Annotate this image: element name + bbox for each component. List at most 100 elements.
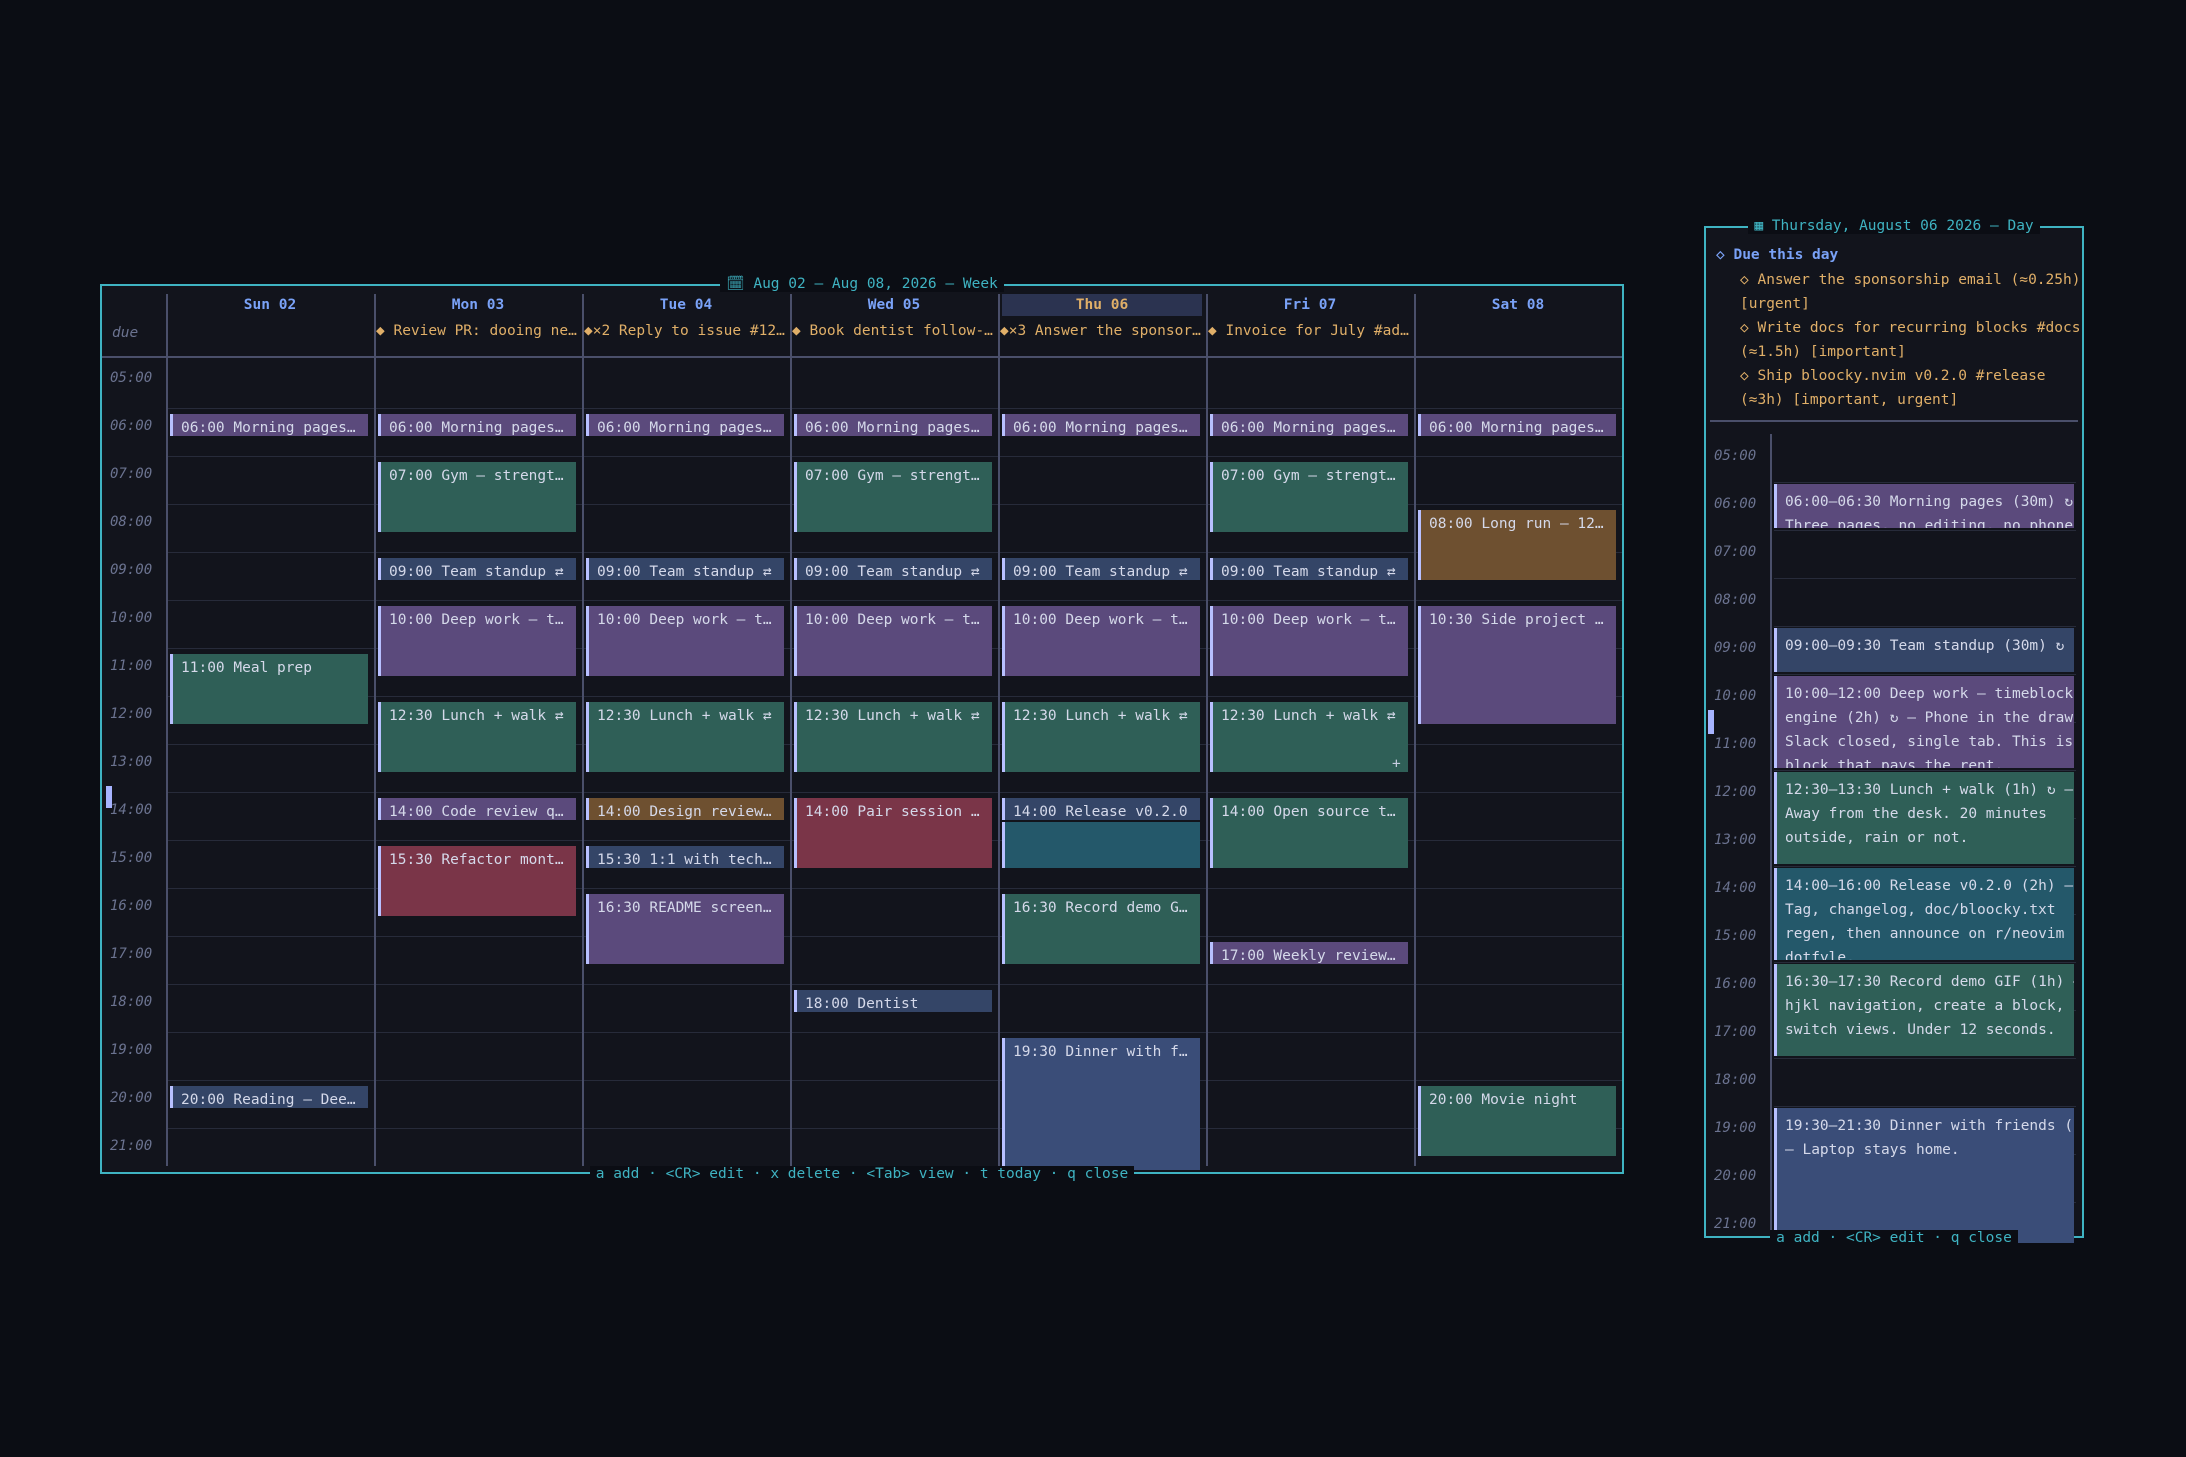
block-text-line: 16:30–17:30 Record demo GIF (1h) — (1785, 974, 2074, 990)
calendar-block[interactable]: 14:00 Pair session — do… (794, 798, 992, 868)
calendar-block[interactable]: 10:00–12:00 Deep work — timeblocking engi… (1774, 676, 2074, 768)
day-header[interactable]: Wed 05 (794, 294, 994, 316)
calendar-block[interactable]: 20:00 Reading — Deep Wo… (170, 1086, 368, 1108)
week-keyhints: a add · <CR> edit · x delete · <Tab> vie… (589, 1166, 1135, 1182)
calendar-block[interactable]: 14:00 Open source triage (1210, 798, 1408, 868)
calendar-block[interactable]: 07:00 Gym — strength bl… (1210, 462, 1408, 532)
time-label: 15:00 (110, 850, 153, 866)
time-label: 20:00 (1714, 1168, 1757, 1184)
due-task[interactable]: ◆×3 Answer the sponsorsh… (1000, 320, 1204, 342)
block-text-line: Three pages, no editing, no phone. C… (1785, 518, 2074, 528)
calendar-block[interactable]: 12:30 Lunch + walk ⇄ (1002, 702, 1200, 772)
hour-gridline (166, 792, 1622, 793)
hour-gridline (1774, 626, 2076, 627)
hour-gridline (166, 1080, 1622, 1081)
calendar-block[interactable]: 09:00 Team standup ⇄ (1210, 558, 1408, 580)
calendar-block[interactable]: 09:00 Team standup ⇄ (586, 558, 784, 580)
calendar-block[interactable]: 10:00 Deep work — timeb… (1002, 606, 1200, 676)
calendar-block[interactable]: 11:00 Meal prep (170, 654, 368, 724)
calendar-block[interactable]: 16:30–17:30 Record demo GIF (1h) — hjkl n… (1774, 964, 2074, 1056)
calendar-block[interactable]: 09:00–09:30 Team standup (30m) ↻ (1774, 628, 2074, 672)
column-divider (582, 294, 584, 1166)
calendar-block[interactable]: 09:00 Team standup ⇄ (794, 558, 992, 580)
calendar-block[interactable]: 12:30–13:30 Lunch + walk (1h) ↻ — Away fr… (1774, 772, 2074, 864)
calendar-block[interactable]: 12:30 Lunch + walk ⇄ (794, 702, 992, 772)
calendar-block[interactable]: 10:00 Deep work — timeb… (794, 606, 992, 676)
day-header[interactable]: Tue 04 (586, 294, 786, 316)
due-task[interactable]: ◆ Review PR: dooing nest… (376, 320, 580, 342)
calendar-block[interactable]: 19:30 Dinner with frien… (1002, 1038, 1200, 1171)
calendar-block[interactable]: 06:00 Morning pages ⇄ (170, 414, 368, 436)
block-text-line: outside, rain or not. (1785, 830, 1969, 846)
time-label: 10:00 (110, 610, 153, 626)
calendar-block[interactable]: 09:00 Team standup ⇄ (1002, 558, 1200, 580)
calendar-block[interactable]: 06:00 Morning pages ⇄ (586, 414, 784, 436)
calendar-block[interactable]: 15:30 Refactor month vi… (378, 846, 576, 916)
due-task[interactable]: (≈1.5h) [important] (1740, 340, 1906, 364)
day-header[interactable]: Thu 06 (1002, 294, 1202, 316)
calendar-block[interactable]: 06:00 Morning pages ⇄ (794, 414, 992, 436)
block-text-line: switch views. Under 12 seconds. (1785, 1022, 2056, 1038)
calendar-block[interactable]: 16:30 README screenshots (586, 894, 784, 964)
calendar-block[interactable]: 06:00 Morning pages ⇄ (1210, 414, 1408, 436)
calendar-block[interactable]: 07:00 Gym — strength bl… (378, 462, 576, 532)
block-text-line: 09:00–09:30 Team standup (30m) ↻ (1785, 638, 2065, 654)
calendar-block[interactable]: 12:30 Lunch + walk ⇄ (586, 702, 784, 772)
due-task[interactable]: ◇ Write docs for recurring blocks #docs (1740, 316, 2080, 340)
calendar-block[interactable]: 17:00 Weekly review ⇄ (1210, 942, 1408, 964)
current-time-marker (106, 786, 112, 808)
time-label: 09:00 (1714, 640, 1757, 656)
due-task[interactable]: ◆×2 Reply to issue #12 a… (584, 320, 788, 342)
calendar-block[interactable]: 15:30 1:1 with tech lea… (586, 846, 784, 868)
hour-gridline (1774, 578, 2076, 579)
day-header[interactable]: Mon 03 (378, 294, 578, 316)
calendar-block[interactable]: 10:30 Side project — fi… (1418, 606, 1616, 724)
calendar-block[interactable]: 12:30 Lunch + walk ⇄ (1210, 702, 1408, 772)
hour-gridline (166, 552, 1622, 553)
current-time-marker (1708, 710, 1714, 734)
calendar-block[interactable]: 18:00 Dentist (794, 990, 992, 1012)
calendar-block[interactable]: 14:00 Release v0.2.0 (1002, 798, 1200, 820)
day-header[interactable]: Sat 08 (1418, 294, 1618, 316)
calendar-block[interactable]: 14:00 Design review — n… (586, 798, 784, 820)
day-title: ▦ Thursday, August 06 2026 — Day (1748, 218, 2040, 234)
calendar-block[interactable]: 19:30–21:30 Dinner with friends (2h) — La… (1774, 1108, 2074, 1244)
block-text-line: dotfyle. (1785, 950, 1855, 960)
time-label: 05:00 (1714, 448, 1757, 464)
hour-gridline (166, 984, 1622, 985)
calendar-block[interactable]: 08:00 Long run — 12 km (1418, 510, 1616, 580)
due-task[interactable]: ◇ Answer the sponsorship email (≈0.25h) (1740, 268, 2080, 292)
due-task[interactable]: ◆ Book dentist follow-up (792, 320, 996, 342)
calendar-block[interactable]: 14:00 Code review queue (378, 798, 576, 820)
calendar-block[interactable]: 06:00 Morning pages ⇄ (1002, 414, 1200, 436)
add-icon[interactable]: + (1392, 756, 1401, 772)
week-title: 🗓 Aug 02 – Aug 08, 2026 — Week (720, 276, 1004, 292)
time-label: 09:00 (110, 562, 153, 578)
time-label: 05:00 (110, 370, 153, 386)
hour-gridline (166, 696, 1622, 697)
block-text-line: block that pays the rent. (1785, 758, 2004, 768)
calendar-block[interactable]: 09:00 Team standup ⇄ (378, 558, 576, 580)
calendar-block[interactable]: 06:00 Morning pages ⇄ (1418, 414, 1616, 436)
column-divider (374, 294, 376, 1166)
calendar-block[interactable]: 10:00 Deep work — timeb… (378, 606, 576, 676)
calendar-block[interactable]: 12:30 Lunch + walk ⇄ (378, 702, 576, 772)
time-label: 18:00 (110, 994, 153, 1010)
day-header[interactable]: Fri 07 (1210, 294, 1410, 316)
calendar-block[interactable]: 06:00 Morning pages ⇄ (378, 414, 576, 436)
due-task[interactable]: [urgent] (1740, 292, 1810, 316)
calendar-block[interactable]: 06:00–06:30 Morning pages (30m) ↻ — Three… (1774, 484, 2074, 528)
calendar-block[interactable]: 20:00 Movie night (1418, 1086, 1616, 1156)
due-task[interactable]: ◇ Ship bloocky.nvim v0.2.0 #release (1740, 364, 2046, 388)
day-header[interactable]: Sun 02 (170, 294, 370, 316)
calendar-block[interactable]: 07:00 Gym — strength bl… (794, 462, 992, 532)
due-task[interactable]: ◆ Invoice for July #admin (1208, 320, 1412, 342)
calendar-block[interactable]: 16:30 Record demo GIF (1002, 894, 1200, 964)
time-label: 19:00 (110, 1042, 153, 1058)
time-label: 07:00 (1714, 544, 1757, 560)
due-task[interactable]: (≈3h) [important, urgent] (1740, 388, 1958, 412)
calendar-block[interactable]: 10:00 Deep work — timeb… (586, 606, 784, 676)
calendar-block[interactable] (1002, 822, 1200, 868)
calendar-block[interactable]: 10:00 Deep work — timeb… (1210, 606, 1408, 676)
calendar-block[interactable]: 14:00–16:00 Release v0.2.0 (2h) — Tag, ch… (1774, 868, 2074, 960)
